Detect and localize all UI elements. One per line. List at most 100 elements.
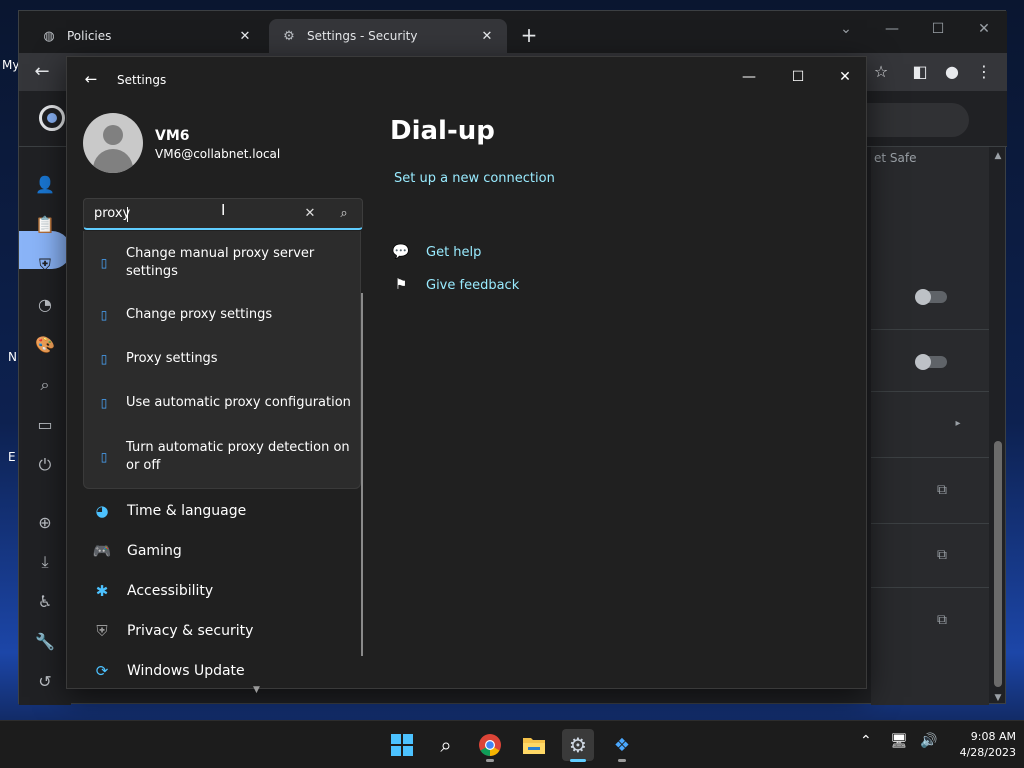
star-icon[interactable]: ☆ bbox=[869, 60, 893, 84]
person-icon[interactable]: 👤 bbox=[33, 173, 57, 197]
maximize-button[interactable]: ☐ bbox=[923, 17, 953, 41]
get-help-link[interactable]: 💬 Get help bbox=[392, 243, 481, 261]
avatar-head bbox=[103, 125, 123, 145]
wrench-icon[interactable]: 🔧 bbox=[33, 630, 57, 654]
new-tab-button[interactable]: + bbox=[517, 23, 541, 47]
suggestion-item[interactable]: ▯ Proxy settings bbox=[84, 350, 360, 368]
scrollbar-thumb[interactable] bbox=[994, 441, 1002, 687]
external-link-icon[interactable]: ⧉ bbox=[933, 546, 951, 564]
search-icon[interactable]: ⌕ bbox=[334, 204, 354, 224]
nav-item-windows-update[interactable]: ⟳ Windows Update bbox=[91, 657, 341, 685]
start-button[interactable] bbox=[386, 729, 418, 761]
avatar-body bbox=[93, 149, 133, 173]
close-icon[interactable]: ✕ bbox=[237, 29, 253, 44]
chevron-down-icon[interactable]: ⌄ bbox=[831, 17, 861, 41]
suggestion-label: Use automatic proxy configuration bbox=[126, 395, 351, 410]
search-icon[interactable]: ⌕ bbox=[430, 729, 462, 761]
network-icon[interactable]: 🖥 bbox=[890, 733, 908, 749]
more-vertical-icon[interactable]: ⋮ bbox=[972, 60, 996, 84]
chevron-right-icon[interactable]: ▸ bbox=[949, 415, 967, 433]
browser-icon[interactable]: ▭ bbox=[33, 413, 57, 437]
app-taskbar-icon[interactable]: ❖ bbox=[606, 729, 638, 761]
close-button[interactable]: ✕ bbox=[830, 65, 860, 89]
history-icon[interactable]: ↺ bbox=[33, 670, 57, 694]
close-button[interactable]: ✕ bbox=[969, 17, 999, 41]
row-divider bbox=[871, 457, 989, 458]
toggle-switch[interactable] bbox=[915, 354, 947, 370]
speedometer-icon[interactable]: ◔ bbox=[33, 293, 57, 317]
window-title: Settings bbox=[117, 73, 167, 87]
minimize-button[interactable]: — bbox=[877, 17, 907, 41]
power-icon[interactable]: ⏻ bbox=[33, 453, 57, 477]
settings-taskbar-icon[interactable]: ⚙ bbox=[562, 729, 594, 761]
suggestion-item[interactable]: ▯ Turn automatic proxy detection on or o… bbox=[84, 439, 360, 475]
help-chat-icon: 💬 bbox=[392, 244, 410, 260]
nav-item-time-language[interactable]: ◕ Time & language bbox=[91, 497, 341, 525]
avatar[interactable] bbox=[83, 113, 143, 173]
search-suggestions: ▯ Change manual proxy server settings ▯ … bbox=[83, 231, 361, 489]
desktop-label-fragment: E bbox=[8, 450, 16, 464]
close-icon[interactable]: ✕ bbox=[479, 29, 495, 44]
profile-icon[interactable]: ● bbox=[940, 60, 964, 84]
external-link-icon[interactable]: ⧉ bbox=[933, 611, 951, 629]
row-divider bbox=[871, 523, 989, 524]
external-link-icon[interactable]: ⧉ bbox=[933, 481, 951, 499]
row-divider bbox=[871, 391, 989, 392]
search-icon[interactable]: ⌕ bbox=[33, 373, 57, 397]
nav-item-accessibility[interactable]: ✱ Accessibility bbox=[91, 577, 341, 605]
give-feedback-link[interactable]: ⚑ Give feedback bbox=[392, 276, 520, 294]
side-panel-icon[interactable]: ◧ bbox=[908, 60, 932, 84]
shield-icon[interactable]: ⛨ bbox=[33, 253, 57, 277]
globe-icon[interactable]: ⊕ bbox=[33, 511, 57, 535]
volume-icon[interactable]: 🔊 bbox=[920, 733, 937, 749]
chrome-taskbar-icon[interactable] bbox=[474, 729, 506, 761]
network-settings-icon: ▯ bbox=[100, 450, 108, 464]
minimize-button[interactable]: — bbox=[734, 65, 764, 89]
give-feedback-label: Give feedback bbox=[426, 277, 520, 293]
suggestion-item[interactable]: ▯ Change manual proxy server settings bbox=[84, 245, 360, 281]
suggestion-item[interactable]: ▯ Change proxy settings bbox=[84, 306, 360, 324]
running-indicator bbox=[486, 759, 494, 762]
user-name: VM6 bbox=[155, 128, 190, 144]
suggestion-item[interactable]: ▯ Use automatic proxy configuration bbox=[84, 394, 360, 412]
get-help-label: Get help bbox=[426, 244, 482, 260]
clock[interactable]: 9:08 AM 4/28/2023 bbox=[944, 729, 1016, 761]
close-icon[interactable]: ✕ bbox=[300, 204, 320, 224]
globe-clock-icon: ◕ bbox=[95, 502, 109, 520]
text-caret bbox=[127, 207, 128, 222]
network-settings-icon: ▯ bbox=[100, 352, 108, 366]
feedback-icon: ⚑ bbox=[394, 277, 408, 293]
maximize-button[interactable]: ☐ bbox=[783, 65, 813, 89]
setup-connection-link[interactable]: Set up a new connection bbox=[394, 171, 555, 186]
tab-settings-security[interactable]: ⚙ Settings - Security ✕ bbox=[269, 19, 507, 53]
nav-scrollbar[interactable] bbox=[361, 293, 363, 656]
gear-icon: ⚙ bbox=[283, 28, 295, 44]
back-arrow-icon[interactable]: ← bbox=[81, 69, 101, 89]
download-icon[interactable]: ⤓ bbox=[33, 550, 57, 574]
tab-policies[interactable]: ◍ Policies ✕ bbox=[29, 19, 265, 53]
nav-item-label: Gaming bbox=[127, 543, 182, 559]
scroll-down-arrow-icon[interactable]: ▼ bbox=[253, 685, 260, 695]
scroll-up-arrow-icon[interactable]: ▲ bbox=[992, 151, 1004, 163]
palette-icon[interactable]: 🎨 bbox=[33, 333, 57, 357]
nav-item-gaming[interactable]: 🎮 Gaming bbox=[91, 537, 341, 565]
page-title: Dial-up bbox=[390, 116, 495, 146]
suggestion-label: Change proxy settings bbox=[126, 307, 273, 322]
chevron-up-icon[interactable]: ⌃ bbox=[860, 733, 872, 749]
user-email: VM6@collabnet.local bbox=[155, 147, 281, 161]
file-explorer-icon[interactable] bbox=[518, 729, 550, 761]
gamepad-icon: 🎮 bbox=[92, 542, 112, 560]
back-arrow-icon[interactable]: ← bbox=[29, 59, 55, 85]
content-text-fragment: et Safe bbox=[874, 151, 917, 165]
nav-item-privacy-security[interactable]: ⛨ Privacy & security bbox=[91, 617, 341, 645]
chrome-settings-sidenav: 👤 📋 ⛨ ◔ 🎨 ⌕ ▭ ⏻ ⊕ ⤓ ♿ 🔧 ↺ bbox=[19, 147, 71, 705]
accessibility-icon[interactable]: ♿ bbox=[33, 590, 57, 614]
scroll-down-arrow-icon[interactable]: ▼ bbox=[992, 693, 1004, 705]
suggestion-label: Change manual proxy server settings bbox=[126, 246, 315, 279]
ibeam-cursor-icon: Ι bbox=[221, 201, 226, 219]
clipboard-icon[interactable]: 📋 bbox=[33, 213, 57, 237]
toggle-switch[interactable] bbox=[915, 289, 947, 305]
nav-item-label: Time & language bbox=[127, 503, 247, 519]
chrome-content-area: ▸ ⧉ ⧉ ⧉ bbox=[871, 147, 989, 705]
update-icon: ⟳ bbox=[95, 662, 109, 680]
